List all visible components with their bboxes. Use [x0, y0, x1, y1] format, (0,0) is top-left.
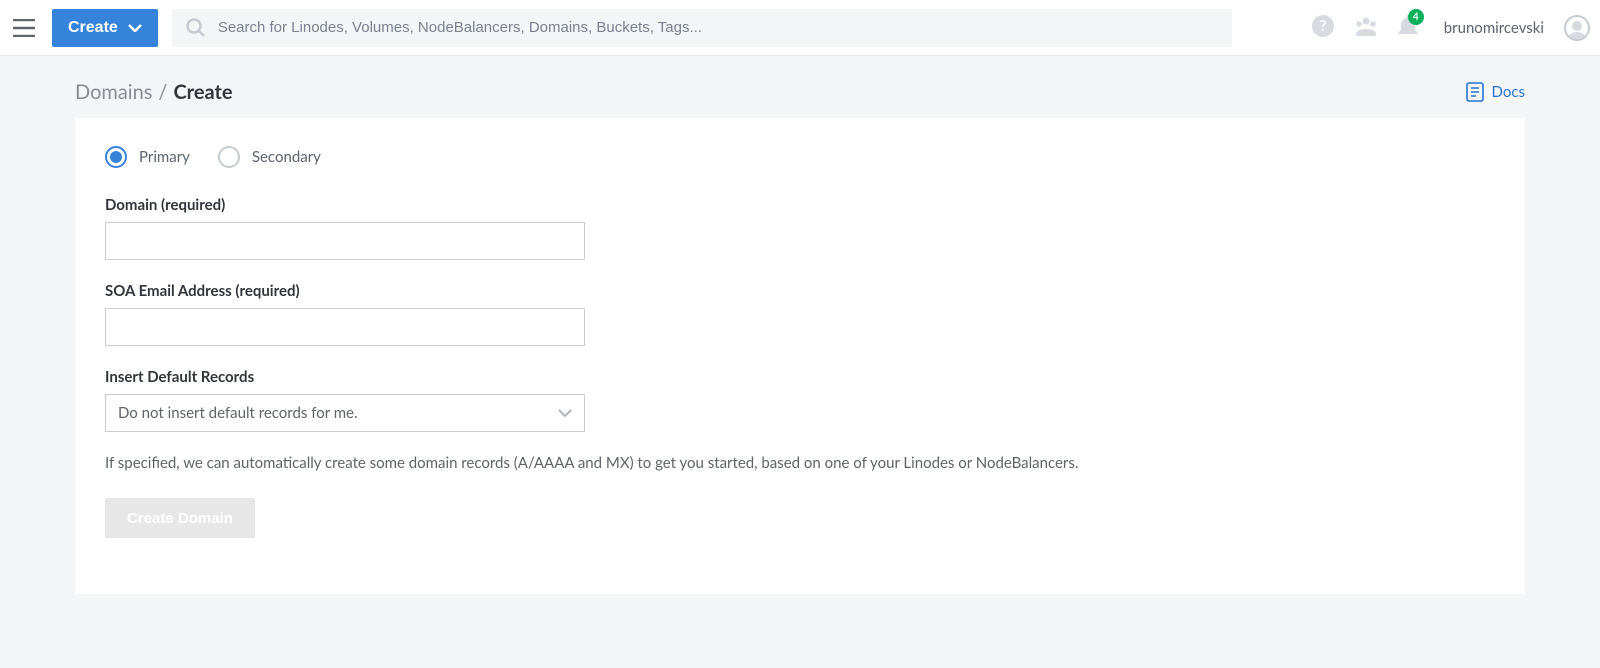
username-label[interactable]: brunomircevski — [1444, 19, 1544, 37]
radio-indicator — [218, 146, 240, 168]
default-records-helper: If specified, we can automatically creat… — [105, 454, 1495, 472]
default-records-select[interactable]: Do not insert default records for me. — [105, 394, 585, 432]
domain-type-radio-group: Primary Secondary — [105, 146, 1495, 168]
help-button[interactable]: ? — [1312, 15, 1334, 40]
domain-input[interactable] — [105, 222, 585, 260]
radio-primary-label: Primary — [139, 148, 190, 166]
radio-secondary-label: Secondary — [252, 148, 321, 166]
hamburger-menu-button[interactable] — [10, 14, 38, 42]
breadcrumb: Domains / Create — [75, 80, 233, 104]
default-records-selected: Do not insert default records for me. — [118, 404, 358, 422]
search-wrapper — [172, 9, 1232, 47]
people-icon — [1354, 16, 1378, 36]
chevron-down-icon — [558, 409, 572, 417]
default-records-label: Insert Default Records — [105, 368, 585, 386]
avatar-icon — [1567, 19, 1587, 39]
docs-link[interactable]: Docs — [1466, 82, 1525, 102]
notification-badge: 4 — [1408, 9, 1424, 25]
radio-secondary[interactable]: Secondary — [218, 146, 321, 168]
radio-primary[interactable]: Primary — [105, 146, 190, 168]
breadcrumb-separator: / — [158, 80, 167, 104]
create-button-label: Create — [68, 19, 118, 37]
content: Domains / Create Docs Primary Secondary … — [75, 56, 1525, 634]
create-domain-label: Create Domain — [127, 510, 233, 527]
soa-email-label: SOA Email Address (required) — [105, 282, 585, 300]
help-icon: ? — [1312, 15, 1334, 37]
docs-icon — [1466, 82, 1484, 102]
community-button[interactable] — [1354, 16, 1378, 39]
domain-field: Domain (required) — [105, 196, 585, 260]
breadcrumb-current: Create — [173, 80, 232, 104]
create-button[interactable]: Create — [52, 9, 158, 47]
top-icons: ? 4 brunomircevski — [1312, 15, 1590, 41]
topbar: Create ? 4 brunomircevski — [0, 0, 1600, 56]
hamburger-icon — [13, 19, 35, 37]
soa-email-input[interactable] — [105, 308, 585, 346]
soa-email-field: SOA Email Address (required) — [105, 282, 585, 346]
avatar[interactable] — [1564, 15, 1590, 41]
search-icon — [186, 18, 206, 38]
breadcrumb-parent[interactable]: Domains — [75, 80, 152, 104]
radio-indicator — [105, 146, 127, 168]
header-row: Domains / Create Docs — [75, 80, 1525, 118]
default-records-field: Insert Default Records Do not insert def… — [105, 368, 585, 432]
notifications-button[interactable]: 4 — [1398, 15, 1418, 40]
docs-label: Docs — [1492, 83, 1525, 101]
form-panel: Primary Secondary Domain (required) SOA … — [75, 118, 1525, 594]
svg-text:?: ? — [1319, 17, 1326, 35]
chevron-down-icon — [128, 24, 142, 32]
domain-label: Domain (required) — [105, 196, 585, 214]
search-input[interactable] — [218, 19, 1218, 36]
create-domain-button[interactable]: Create Domain — [105, 498, 255, 538]
